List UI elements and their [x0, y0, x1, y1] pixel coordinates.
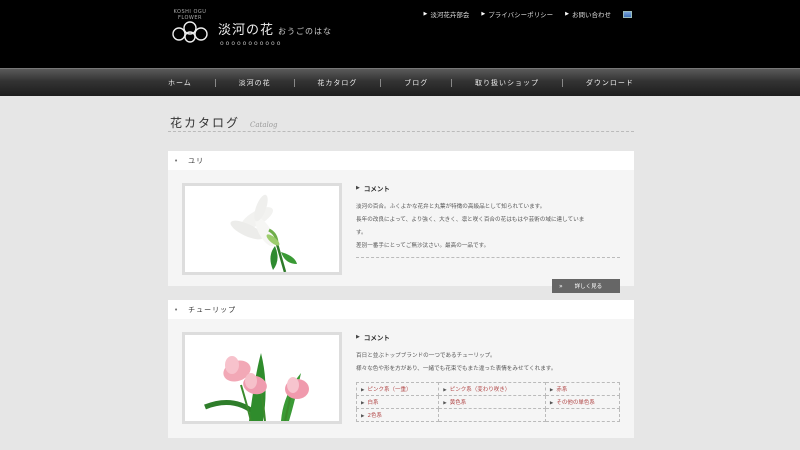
nav-item-catalog[interactable]: 花カタログ: [317, 78, 357, 88]
lily-image: [185, 186, 339, 272]
tulip-image: [185, 335, 339, 421]
variety-link[interactable]: ▶ その他の単色系: [544, 395, 621, 409]
topnav-link-privacy[interactable]: ▶ プライバシーポリシー: [481, 9, 553, 19]
variety-label: ピンク系（一重）: [367, 387, 412, 393]
bullet-icon: •: [174, 156, 179, 165]
logo-subtitle: ooooooooooo: [220, 40, 283, 47]
variety-link[interactable]: ▶ ピンク系（変わり咲き）: [438, 382, 546, 396]
logo-rings-icon: [172, 21, 208, 43]
empty-cell: [438, 408, 546, 422]
page-title-en: Catalog: [250, 121, 278, 129]
catalog-card-lily: • ユリ ▶ コメント 淡河の百合。ふくよかな花弁と丸葉が特徴の高級品として知ら…: [168, 151, 634, 293]
nav-divider: [451, 79, 453, 87]
lily-photo: [182, 183, 342, 275]
variety-table: ▶ ピンク系（一重） ▶ ピンク系（変わり咲き） ▶ 赤系 ▶ 白系 ▶ 黄色系 ▶ その他…: [355, 382, 621, 422]
site-header: KOSHI OGU FLOWER 淡河の花 おうごのはな ooooooooooo …: [0, 0, 800, 68]
topnav-link-association[interactable]: ▶ 淡河花卉部会: [424, 9, 470, 19]
triangle-right-icon: ▶: [361, 388, 365, 393]
comment-heading: ▶ コメント: [356, 332, 620, 342]
card-title: チューリップ: [188, 305, 237, 314]
nav-divider: [561, 79, 563, 87]
variety-link[interactable]: ▶ 赤系: [544, 382, 621, 396]
comment-text: 淡河の百合。ふくよかな花弁と丸葉が特徴の高級品として知られています。 長年の改良…: [356, 201, 620, 253]
detail-button[interactable]: » 詳しく見る: [552, 279, 620, 293]
arrow-right-icon: ▶: [481, 11, 486, 17]
comment-line: 長年の改良によって、より強く、大きく、凛と咲く百合の花はもはや芸術の域に達してい…: [356, 217, 585, 223]
logo-title: 淡河の花 おうごのはな: [218, 19, 332, 38]
triangle-right-icon: ▶: [361, 401, 365, 406]
comment-label: コメント: [363, 334, 390, 342]
card-header: • ユリ: [168, 151, 634, 170]
detail-button-label: 詳しく見る: [574, 284, 603, 290]
arrow-right-icon: ▶: [565, 11, 569, 17]
nav-item-about[interactable]: 淡河の花: [239, 78, 271, 88]
page-title-text: 花カタログ: [170, 116, 241, 130]
variety-label: ピンク系（変わり咲き）: [449, 387, 511, 393]
table-row: ▶ ピンク系（一重） ▶ ピンク系（変わり咲き） ▶ 赤系: [355, 382, 621, 396]
variety-link[interactable]: ▶ ピンク系（一重）: [355, 382, 440, 396]
main-nav: ホーム 淡河の花 花カタログ ブログ 取り扱いショップ ダウンロード: [0, 68, 800, 96]
variety-label: 黄色系: [449, 400, 467, 406]
triangle-right-icon: ▶: [361, 414, 365, 419]
card-title: ユリ: [188, 156, 205, 165]
nav-item-shops[interactable]: 取り扱いショップ: [475, 78, 539, 88]
topnav-label: プライバシーポリシー: [488, 11, 554, 19]
comment-line: 様々な色や形を方があり、一緒でも花束でもまた違った表情をみせてくれます。: [356, 366, 557, 372]
topnav-label: 淡河花卉部会: [430, 11, 470, 19]
nav-divider: [293, 79, 295, 87]
table-row: ▶ 白系 ▶ 黄色系 ▶ その他の単色系: [355, 395, 621, 409]
logo-kana: おうごのはな: [278, 27, 333, 36]
logo-mark: KOSHI OGU FLOWER: [168, 9, 212, 45]
variety-link[interactable]: ▶ 黄色系: [438, 395, 546, 409]
triangle-right-icon: ▶: [549, 388, 554, 393]
table-row: ▶ 2色系: [355, 408, 621, 422]
info-divider: [356, 257, 620, 258]
title-divider: [168, 131, 634, 132]
language-flag-icon[interactable]: [623, 10, 632, 18]
nav-item-download[interactable]: ダウンロード: [586, 78, 634, 88]
top-utility-nav: ▶ 淡河花卉部会 ▶ プライバシーポリシー ▶ お問い合わせ: [412, 9, 632, 19]
comment-text: 百日と並ぶトップブランドの一つであるチューリップ。 様々な色や形を方があり、一緒…: [356, 350, 620, 376]
bullet-icon: •: [174, 305, 179, 314]
triangle-right-icon: ▶: [443, 401, 447, 406]
triangle-right-icon: ▶: [443, 388, 447, 393]
catalog-card-tulip: • チューリップ ▶ コメント 百日と並ぶトップブランドの一つであるチューリップ…: [168, 300, 634, 438]
nav-item-home[interactable]: ホーム: [168, 78, 192, 88]
page-title: 花カタログ Catalog: [170, 114, 277, 131]
logo-title-text: 淡河の花: [218, 23, 275, 38]
comment-line: 差別一番手にとってご無沙汰さい。最高の一品です。: [356, 243, 490, 249]
variety-label: その他の単色系: [556, 400, 595, 406]
arrow-right-icon: ▶: [423, 11, 428, 17]
comment-line: 淡河の百合。ふくよかな花弁と丸葉が特徴の高級品として知られています。: [356, 204, 546, 210]
nav-item-blog[interactable]: ブログ: [404, 78, 428, 88]
triangle-right-icon: ▶: [356, 185, 360, 191]
nav-divider: [214, 79, 216, 87]
triangle-right-icon: ▶: [356, 334, 360, 340]
variety-link[interactable]: ▶ 白系: [355, 395, 440, 409]
variety-label: 2色系: [367, 413, 382, 419]
comment-heading: ▶ コメント: [356, 183, 620, 193]
tulip-photo: [182, 332, 342, 424]
tulip-info: ▶ コメント 百日と並ぶトップブランドの一つであるチューリップ。 様々な色や形を…: [355, 332, 621, 422]
comment-label: コメント: [363, 185, 390, 193]
comment-line: 百日と並ぶトップブランドの一つであるチューリップ。: [356, 353, 496, 359]
double-chevron-icon: »: [559, 282, 563, 290]
topnav-link-contact[interactable]: ▶ お問い合わせ: [565, 9, 611, 19]
empty-cell: [544, 408, 621, 422]
topnav-label: お問い合わせ: [572, 11, 611, 19]
variety-label: 白系: [367, 400, 379, 406]
comment-line: す。: [356, 230, 367, 236]
lily-info: ▶ コメント 淡河の百合。ふくよかな花弁と丸葉が特徴の高級品として知られています…: [356, 183, 620, 293]
site-logo[interactable]: KOSHI OGU FLOWER 淡河の花 おうごのはな ooooooooooo: [168, 9, 331, 49]
triangle-right-icon: ▶: [549, 401, 554, 406]
nav-divider: [380, 79, 382, 87]
variety-link[interactable]: ▶ 2色系: [355, 408, 440, 422]
variety-label: 赤系: [556, 387, 568, 393]
card-header: • チューリップ: [168, 300, 634, 319]
